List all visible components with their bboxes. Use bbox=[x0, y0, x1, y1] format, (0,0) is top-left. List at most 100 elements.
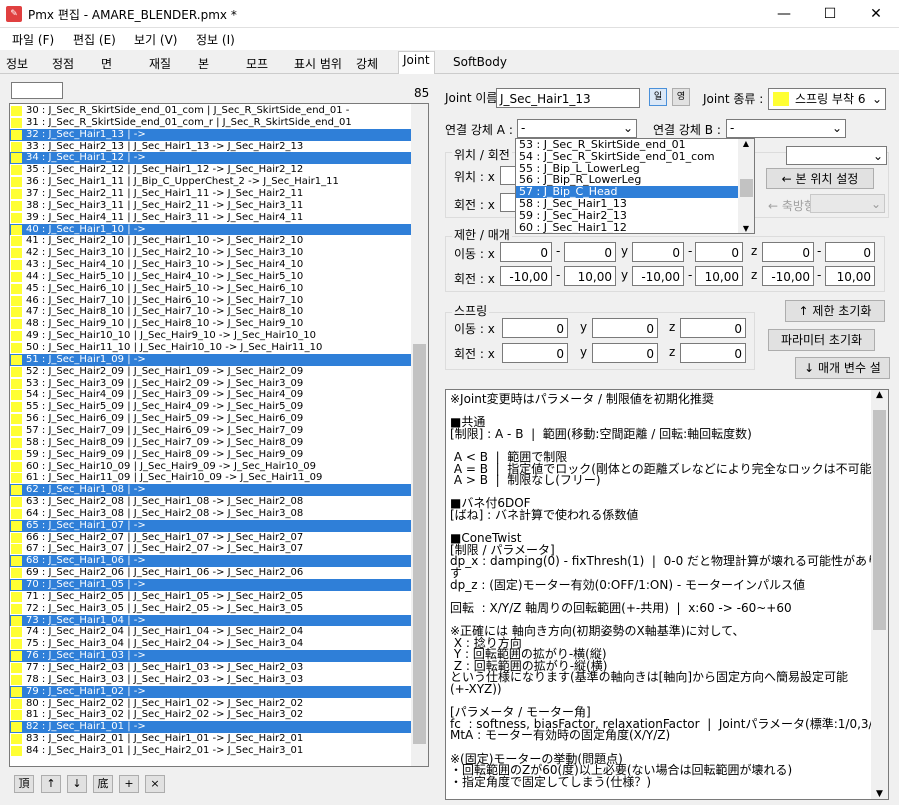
add-button[interactable]: + bbox=[119, 775, 139, 793]
joint-list-item[interactable]: 73 : J_Sec_Hair1_04 | -> bbox=[10, 614, 412, 627]
rot-x-max[interactable]: 10,00 bbox=[564, 266, 616, 286]
menu-info[interactable]: 정보 (I) bbox=[196, 31, 235, 48]
move-z-min[interactable]: 0 bbox=[762, 242, 814, 262]
joint-list-item[interactable]: 68 : J_Sec_Hair1_06 | -> bbox=[10, 555, 412, 568]
joint-list-item[interactable]: 39 : J_Sec_Hair4_11 | J_Sec_Hair3_11 -> … bbox=[10, 212, 412, 224]
joint-list-item[interactable]: 51 : J_Sec_Hair1_09 | -> bbox=[10, 353, 412, 366]
joint-list-item[interactable]: 44 : J_Sec_Hair5_10 | J_Sec_Hair4_10 -> … bbox=[10, 271, 412, 283]
joint-list-item[interactable]: 32 : J_Sec_Hair1_13 | -> bbox=[10, 128, 412, 141]
dropdown-scrollbar[interactable]: ▲ ▼ bbox=[738, 139, 754, 233]
tab-bone[interactable]: 본 bbox=[194, 54, 213, 73]
rot-y-min[interactable]: -10,00 bbox=[632, 266, 684, 286]
joint-list-item[interactable]: 58 : J_Sec_Hair8_09 | J_Sec_Hair7_09 -> … bbox=[10, 437, 412, 449]
spring-move-y[interactable]: 0 bbox=[592, 318, 658, 338]
move-x-min[interactable]: 0 bbox=[500, 242, 552, 262]
joint-list-item[interactable]: 34 : J_Sec_Hair1_12 | -> bbox=[10, 152, 412, 165]
body-a-select[interactable]: - ⌄ bbox=[517, 119, 637, 138]
rot-z-max[interactable]: 10,00 bbox=[825, 266, 875, 286]
joint-list-item[interactable]: 48 : J_Sec_Hair9_10 | J_Sec_Hair8_10 -> … bbox=[10, 318, 412, 330]
joint-list-item[interactable]: 65 : J_Sec_Hair1_07 | -> bbox=[10, 519, 412, 532]
joint-list-item[interactable]: 76 : J_Sec_Hair1_03 | -> bbox=[10, 650, 412, 662]
joint-list-item[interactable]: 55 : J_Sec_Hair5_09 | J_Sec_Hair4_09 -> … bbox=[10, 401, 412, 413]
move-x-max[interactable]: 0 bbox=[564, 242, 616, 262]
joint-list-item[interactable]: 83 : J_Sec_Hair2_01 | J_Sec_Hair1_01 -> … bbox=[10, 733, 412, 745]
joint-list-item[interactable]: 56 : J_Sec_Hair6_09 | J_Sec_Hair5_09 -> … bbox=[10, 413, 412, 425]
spring-rot-y[interactable]: 0 bbox=[592, 343, 658, 363]
joint-list-item[interactable]: 54 : J_Sec_Hair4_09 | J_Sec_Hair3_09 -> … bbox=[10, 389, 412, 401]
joint-list-item[interactable]: 46 : J_Sec_Hair7_10 | J_Sec_Hair6_10 -> … bbox=[10, 295, 412, 307]
rotation-x-input[interactable] bbox=[500, 193, 516, 212]
param-reset-button[interactable]: 파라미터 초기화 bbox=[768, 329, 875, 351]
move-z-max[interactable]: 0 bbox=[825, 242, 875, 262]
move-y-max[interactable]: 0 bbox=[695, 242, 743, 262]
move-y-min[interactable]: 0 bbox=[632, 242, 684, 262]
joint-list-item[interactable]: 71 : J_Sec_Hair2_05 | J_Sec_Hair1_05 -> … bbox=[10, 591, 412, 603]
joint-list-item[interactable]: 38 : J_Sec_Hair3_11 | J_Sec_Hair2_11 -> … bbox=[10, 200, 412, 212]
notes-scroll-thumb[interactable] bbox=[873, 410, 886, 630]
scroll-up-icon[interactable]: ▲ bbox=[738, 139, 754, 148]
joint-list-item[interactable]: 60 : J_Sec_Hair10_09 | J_Sec_Hair9_09 ->… bbox=[10, 461, 412, 473]
close-button[interactable]: ✕ bbox=[853, 0, 899, 28]
joint-list-item[interactable]: 78 : J_Sec_Hair3_03 | J_Sec_Hair2_03 -> … bbox=[10, 674, 412, 686]
joint-list-item[interactable]: 74 : J_Sec_Hair2_04 | J_Sec_Hair1_04 -> … bbox=[10, 626, 412, 638]
joint-list-item[interactable]: 62 : J_Sec_Hair1_08 | -> bbox=[10, 484, 412, 497]
joint-list-item[interactable]: 59 : J_Sec_Hair9_09 | J_Sec_Hair8_09 -> … bbox=[10, 449, 412, 461]
joint-list-item[interactable]: 81 : J_Sec_Hair3_02 | J_Sec_Hair2_02 -> … bbox=[10, 709, 412, 721]
spring-move-x[interactable]: 0 bbox=[502, 318, 568, 338]
joint-list-item[interactable]: 36 : J_Sec_Hair1_11 | J_Bip_C_UpperChest… bbox=[10, 176, 412, 188]
joint-name-input[interactable]: J_Sec_Hair1_13 bbox=[496, 88, 640, 108]
spring-move-z[interactable]: 0 bbox=[680, 318, 746, 338]
joint-list-item[interactable]: 47 : J_Sec_Hair8_10 | J_Sec_Hair7_10 -> … bbox=[10, 306, 412, 318]
limit-reset-button[interactable]: ↑ 제한 초기화 bbox=[785, 300, 885, 322]
body-a-dropdown-list[interactable]: 53 : J_Sec_R_SkirtSide_end_01 54 : J_Sec_… bbox=[515, 138, 755, 234]
notes-textarea[interactable]: ※Joint変更時はパラメータ / 制限値を初期化推奨 ■共通 [制限] : A -… bbox=[445, 389, 889, 800]
joint-list-item[interactable]: 69 : J_Sec_Hair2_06 | J_Sec_Hair1_06 -> … bbox=[10, 567, 412, 579]
rot-y-max[interactable]: 10,00 bbox=[695, 266, 743, 286]
dropdown-scroll-thumb[interactable] bbox=[740, 179, 753, 197]
rot-x-min[interactable]: -10,00 bbox=[500, 266, 552, 286]
tab-material[interactable]: 재질 bbox=[145, 54, 175, 73]
joint-list-item[interactable]: 63 : J_Sec_Hair2_08 | J_Sec_Hair1_08 -> … bbox=[10, 496, 412, 508]
menu-edit[interactable]: 편집 (E) bbox=[73, 31, 116, 48]
scroll-up-icon[interactable]: ▲ bbox=[871, 390, 888, 400]
move-bottom-button[interactable]: 底 bbox=[93, 775, 113, 793]
joint-list-item[interactable]: 42 : J_Sec_Hair3_10 | J_Sec_Hair2_10 -> … bbox=[10, 247, 412, 259]
joint-list-item[interactable]: 75 : J_Sec_Hair3_04 | J_Sec_Hair2_04 -> … bbox=[10, 638, 412, 650]
joint-list-item[interactable]: 35 : J_Sec_Hair2_12 | J_Sec_Hair1_12 -> … bbox=[10, 164, 412, 176]
scroll-down-icon[interactable]: ▼ bbox=[738, 224, 754, 233]
joint-list-item[interactable]: 79 : J_Sec_Hair1_02 | -> bbox=[10, 685, 412, 698]
joint-list-item[interactable]: 43 : J_Sec_Hair4_10 | J_Sec_Hair3_10 -> … bbox=[10, 259, 412, 271]
spring-rot-x[interactable]: 0 bbox=[502, 343, 568, 363]
minimize-button[interactable]: — bbox=[761, 0, 807, 28]
tab-morph[interactable]: 모프 bbox=[242, 54, 272, 73]
move-down-button[interactable]: ↓ bbox=[67, 775, 87, 793]
jp-name-button[interactable]: 일 bbox=[649, 88, 667, 106]
joint-type-select[interactable]: 스프링 부착 6 ⌄ bbox=[768, 88, 886, 110]
joint-list-item[interactable]: 70 : J_Sec_Hair1_05 | -> bbox=[10, 579, 412, 591]
menu-file[interactable]: 파일 (F) bbox=[12, 31, 54, 48]
tab-softbody[interactable]: SoftBody bbox=[449, 54, 511, 73]
rot-z-min[interactable]: -10,00 bbox=[762, 266, 814, 286]
joint-list-item[interactable]: 50 : J_Sec_Hair11_10 | J_Sec_Hair10_10 -… bbox=[10, 342, 412, 354]
joint-list-item[interactable]: 64 : J_Sec_Hair3_08 | J_Sec_Hair2_08 -> … bbox=[10, 508, 412, 520]
list-filter-input[interactable] bbox=[11, 82, 63, 99]
dropdown-option[interactable]: 60 : J_Sec_Hair1_12 bbox=[516, 221, 738, 233]
dropdown-option[interactable]: 59 : J_Sec_Hair2_13 bbox=[516, 209, 738, 222]
joint-list-item[interactable]: 72 : J_Sec_Hair3_05 | J_Sec_Hair2_05 -> … bbox=[10, 603, 412, 615]
joint-list-item[interactable]: 49 : J_Sec_Hair10_10 | J_Sec_Hair9_10 ->… bbox=[10, 330, 412, 342]
param-set-button[interactable]: ↓ 매개 변수 설 bbox=[795, 357, 890, 379]
delete-button[interactable]: × bbox=[145, 775, 165, 793]
tab-display[interactable]: 표시 범위 bbox=[290, 54, 346, 73]
joint-list-item[interactable]: 80 : J_Sec_Hair2_02 | J_Sec_Hair1_02 -> … bbox=[10, 698, 412, 710]
tab-vertex[interactable]: 정점 bbox=[48, 54, 78, 73]
joint-list-item[interactable]: 77 : J_Sec_Hair2_03 | J_Sec_Hair1_03 -> … bbox=[10, 662, 412, 674]
joint-list-item[interactable]: 40 : J_Sec_Hair1_10 | -> bbox=[10, 223, 412, 236]
maximize-button[interactable]: ☐ bbox=[807, 0, 853, 28]
move-up-button[interactable]: ↑ bbox=[41, 775, 61, 793]
posrot-combo[interactable]: ⌄ bbox=[786, 146, 887, 165]
joint-list-item[interactable]: 30 : J_Sec_R_SkirtSide_end_01_com | J_Se… bbox=[10, 105, 412, 117]
tab-rigidbody[interactable]: 강체 bbox=[352, 54, 382, 73]
joint-list-item[interactable]: 61 : J_Sec_Hair11_09 | J_Sec_Hair10_09 -… bbox=[10, 472, 412, 484]
scrollbar-thumb[interactable] bbox=[413, 344, 426, 744]
joint-list-item[interactable]: 41 : J_Sec_Hair2_10 | J_Sec_Hair1_10 -> … bbox=[10, 235, 412, 247]
